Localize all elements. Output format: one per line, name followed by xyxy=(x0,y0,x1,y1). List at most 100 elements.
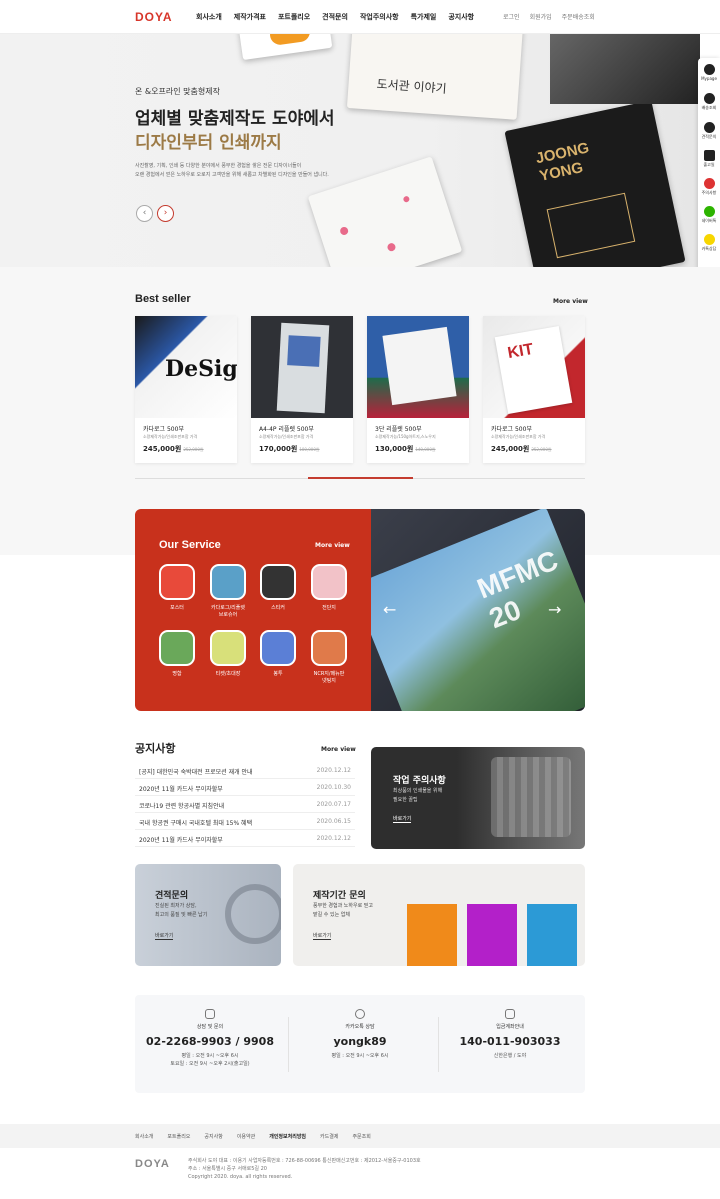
quick-delivery[interactable]: 배송조회 xyxy=(698,93,720,111)
contact-line1: 평일 : 오전 9시 ~오후 6시 xyxy=(181,1053,239,1059)
notice-row[interactable]: 코로나19 관련 항공사별 지침안내 2020.07.17 xyxy=(135,796,355,813)
product-card[interactable]: A4-4P 리플렛 500부 소량제작가능/인쇄조판포함 가격 170,000원… xyxy=(251,316,353,463)
logo[interactable]: DOYA xyxy=(135,10,173,24)
login-link[interactable]: 로그인 xyxy=(503,12,520,21)
quote-banner[interactable]: 견적문의 진실된 최저가 상담, 최고의 품질 및 빠른 납기 바로가기 xyxy=(135,864,281,966)
service-more[interactable]: More view xyxy=(315,542,350,549)
quick-naver[interactable]: 네이버톡 xyxy=(698,206,720,224)
footer-link-order[interactable]: 주문조회 xyxy=(352,1133,370,1140)
service-item-ticket[interactable]: 티켓/초대장 xyxy=(203,630,253,677)
period-banner[interactable]: 제작기간 문의 풍부한 경험과 노하우로 믿고 맡길 수 있는 업체 바로가기 xyxy=(293,864,585,966)
service-item-envelope[interactable]: 봉투 xyxy=(253,630,303,677)
notice-date: 2020.12.12 xyxy=(316,767,351,774)
product-card[interactable]: DeSig 카다로그 500부 소량제작가능/인쇄조판포함 가격 245,000… xyxy=(135,316,237,463)
nav-item-caution[interactable]: 작업주의사항 xyxy=(360,12,399,22)
service-prev-arrow[interactable]: ← xyxy=(383,600,396,619)
service-item-label: NCR지/메뉴판 넷팅지 xyxy=(313,671,345,684)
nav-item-notice[interactable]: 공지사항 xyxy=(448,12,474,22)
ticket-icon xyxy=(210,630,246,666)
product-card[interactable]: 3단 리플렛 500부 소량제작가능/150g아트지,스노우지 130,000원… xyxy=(367,316,469,463)
best-seller-more[interactable]: More view xyxy=(553,298,588,305)
footer-link-notice[interactable]: 공지사항 xyxy=(204,1133,222,1140)
footer-link-privacy[interactable]: 개인정보처리방침 xyxy=(269,1133,306,1140)
product-desc: 소량제작가능/150g아트지,스노우지 xyxy=(375,434,436,439)
notice-row[interactable]: 2020년 11월 카드사 무이자할부 2020.10.30 xyxy=(135,779,355,796)
notice-more[interactable]: More view xyxy=(321,746,356,753)
service-item-ncr[interactable]: NCR지/메뉴판 넷팅지 xyxy=(304,630,354,684)
contact-label: 입금계좌안내 xyxy=(496,1024,524,1030)
hero-description: 사진촬영, 기획, 인쇄 등 다양한 분야에서 풍부한 경험을 쌓은 전문 디자… xyxy=(135,162,365,180)
hero-dark-panel xyxy=(550,34,700,104)
contact-label: 카카오톡 상담 xyxy=(345,1024,375,1030)
work-caution-banner[interactable]: 작업 주의사항 최상품의 인쇄물을 위해 필요한 꿀팁 바로가기 xyxy=(371,747,585,849)
footer-link-card[interactable]: 카드결제 xyxy=(320,1133,338,1140)
period-link[interactable]: 바로가기 xyxy=(313,932,332,940)
sticker-icon xyxy=(260,564,296,600)
poster-icon xyxy=(159,564,195,600)
notice-row[interactable]: [공지] 대한민국 숙박대전 프로모션 재개 안내 2020.12.12 xyxy=(135,762,355,779)
hero-book-title: 도서관 이야기 xyxy=(376,76,448,96)
service-item-sticker[interactable]: 스티커 xyxy=(253,564,303,611)
scrollbar-thumb[interactable] xyxy=(308,477,413,479)
product-desc: 소량제작가능/인쇄조판포함 가격 xyxy=(491,434,546,439)
period-sub-line2: 맡길 수 있는 업체 xyxy=(313,912,350,918)
footer-address: 주소 : 서울특별시 중구 서애로5길 20 xyxy=(188,1166,267,1172)
service-next-arrow[interactable]: → xyxy=(548,600,561,619)
quick-delivery-label: 배송조회 xyxy=(701,105,717,110)
product-card[interactable]: KIT 카다로그 500부 소량제작가능/인쇄조판포함 가격 245,000원 2… xyxy=(483,316,585,463)
notice-date: 2020.06.15 xyxy=(316,818,351,825)
hero-next-button[interactable]: › xyxy=(157,205,174,222)
product-price-value: 245,000 xyxy=(143,445,175,453)
contact-kakao-id[interactable]: yongk89 xyxy=(285,1035,435,1048)
notice-row[interactable]: 국내 항공권 구매시 국내호텔 최대 15% 혜택 2020.06.15 xyxy=(135,813,355,830)
footer-link-portfolio[interactable]: 포트폴리오 xyxy=(167,1133,190,1140)
service-item-poster[interactable]: 포스터 xyxy=(152,564,202,611)
nav-item-special[interactable]: 특가제일 xyxy=(411,12,437,22)
footer-link-terms[interactable]: 이용약관 xyxy=(237,1133,255,1140)
product-desc: 소량제작가능/인쇄조판포함 가격 xyxy=(143,434,198,439)
order-track-link[interactable]: 주문배송조회 xyxy=(562,12,595,21)
service-item-catalog[interactable]: 카다로그/리플렛 브로슈어 xyxy=(203,564,253,618)
best-seller-scrollbar[interactable] xyxy=(135,477,585,479)
service-item-label: 티켓/초대장 xyxy=(215,671,241,677)
product-name: 카다로그 500부 xyxy=(143,426,184,433)
product-name: A4-4P 리플렛 500부 xyxy=(259,426,314,433)
hero-prev-button[interactable]: ‹ xyxy=(136,205,153,222)
contact-line1: 신한은행 / 도야 xyxy=(493,1053,527,1059)
nav-item-quote[interactable]: 견적문의 xyxy=(322,12,348,22)
contact-hours: 평일 : 오전 9시 ~오후 6시 xyxy=(285,1052,435,1060)
envelope-icon xyxy=(260,630,296,666)
product-old-price: 252,000원 xyxy=(531,447,552,452)
quick-quote[interactable]: 견적문의 xyxy=(698,122,720,140)
hero-title-line2: 디자인부터 인쇄까지 xyxy=(135,133,282,153)
nav-item-price[interactable]: 제작가격표 xyxy=(234,12,266,22)
service-item-namecard[interactable]: 명함 xyxy=(152,630,202,677)
work-sub-line1: 최상품의 인쇄물을 위해 xyxy=(393,788,443,794)
bank-icon xyxy=(505,1009,515,1019)
hero-book-library: 도서관 이야기 xyxy=(346,34,524,120)
service-item-flyer[interactable]: 전단지 xyxy=(304,564,354,611)
quick-release[interactable]: 출고일 xyxy=(698,150,720,168)
contact-phone-number[interactable]: 02-2268-9903 / 9908 xyxy=(135,1035,285,1048)
nav-item-about[interactable]: 회사소개 xyxy=(196,12,222,22)
quote-link[interactable]: 바로가기 xyxy=(155,932,174,940)
document-icon xyxy=(703,122,715,133)
nav-item-portfolio[interactable]: 포트폴리오 xyxy=(278,12,310,22)
quick-quote-label: 견적문의 xyxy=(701,134,717,139)
book-blue xyxy=(527,904,577,966)
signup-link[interactable]: 회원가입 xyxy=(530,12,552,21)
quick-kakao[interactable]: 카톡상담 xyxy=(698,234,720,252)
notice-row[interactable]: 2020년 11월 카드사 무이자할부 2020.12.12 xyxy=(135,830,355,847)
bank-account-number: 140-011-903033 xyxy=(459,1035,561,1048)
quick-caution[interactable]: 주의사항 xyxy=(698,178,720,196)
product-price-unit: 원 xyxy=(290,445,298,453)
product-price: 245,000원 252,000원 xyxy=(143,444,204,454)
work-caution-title: 작업 주의사항 xyxy=(393,776,446,786)
phone-icon xyxy=(205,1009,215,1019)
work-caution-link[interactable]: 바로가기 xyxy=(393,815,412,823)
contact-hours: 평일 : 오전 9시 ~오후 6시 토요일 : 오전 9시 ~오후 2시(출고일) xyxy=(135,1052,285,1068)
work-caution-sub: 최상품의 인쇄물을 위해 필요한 꿀팁 xyxy=(393,787,442,805)
footer-link-about[interactable]: 회사소개 xyxy=(135,1133,153,1140)
quick-mypage[interactable]: Mypage xyxy=(698,64,720,81)
contact-bank: 입금계좌안내 140-011-903033 신한은행 / 도야 xyxy=(435,995,585,1093)
